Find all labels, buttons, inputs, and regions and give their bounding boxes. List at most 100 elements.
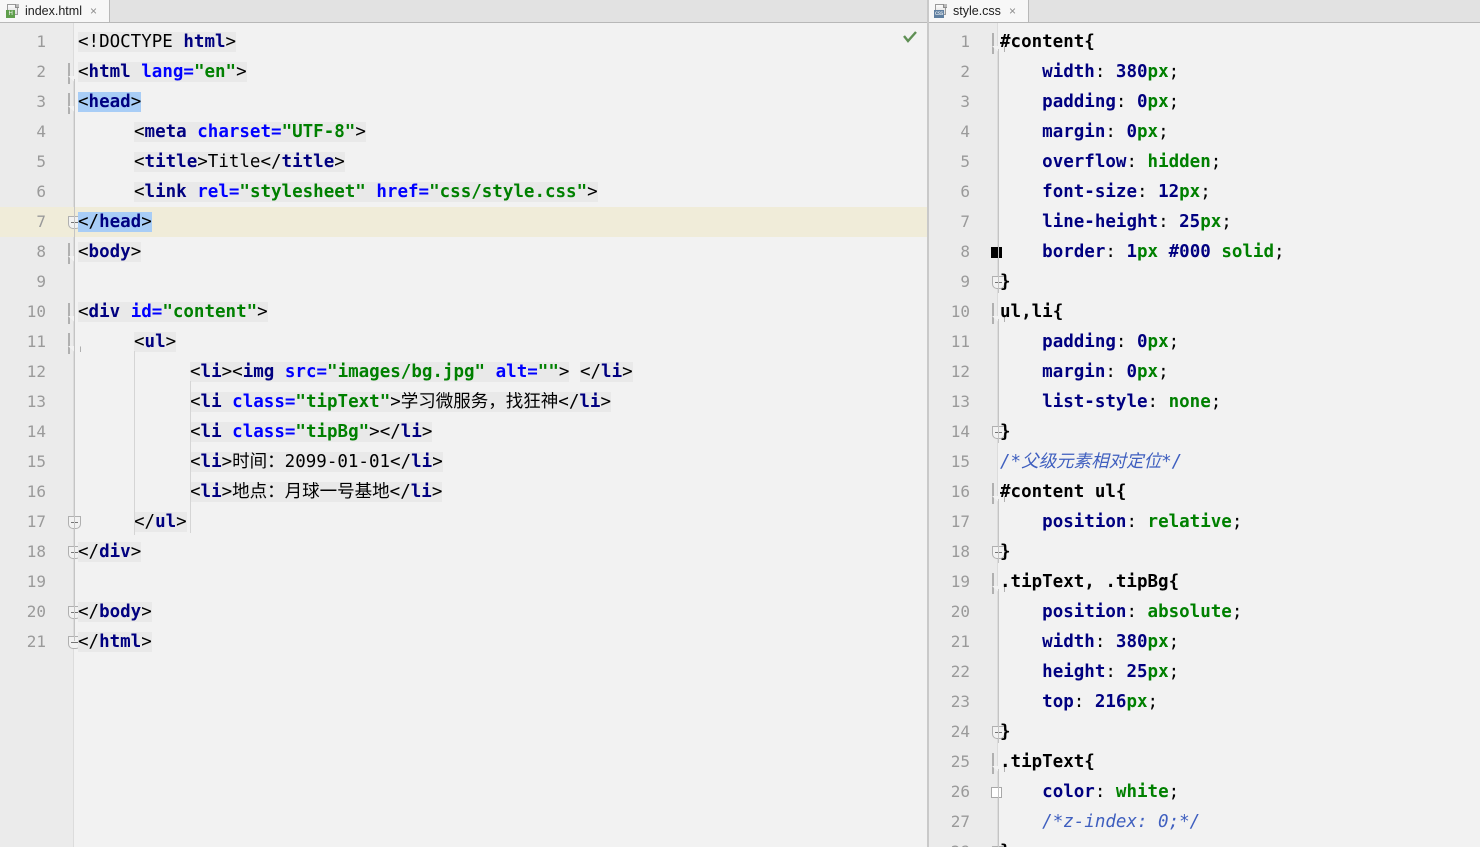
css-file-icon: css — [934, 4, 948, 18]
editor-pane-css: css style.css × 1 2 3 4 5 6 7 8 9 10 11 12 13 14 15 16 1… — [928, 0, 1480, 847]
line-number: 3 — [960, 92, 970, 111]
line-number: 4 — [36, 122, 46, 141]
code-line-text: <meta charset="UTF-8"> — [134, 122, 366, 142]
close-icon[interactable]: × — [1006, 5, 1016, 17]
code-line-text: height: 25px; — [1042, 662, 1180, 682]
code-line-text: <link rel="stylesheet" href="css/style.c… — [134, 182, 598, 202]
code-line-text: font-size: 12px; — [1042, 182, 1211, 202]
line-number: 24 — [950, 722, 970, 741]
code-line-row[interactable]: 16 — [0, 477, 928, 507]
code-line-row[interactable]: 19 — [0, 567, 928, 597]
code-editor-css[interactable]: 1 2 3 4 5 6 7 8 9 10 11 12 13 14 15 16 17 18 19 20 21 22 23 24 2… — [928, 23, 1480, 847]
line-number: 6 — [36, 182, 46, 201]
code-line-text: } — [1000, 542, 1011, 562]
code-line-text: margin: 0px; — [1042, 122, 1169, 142]
code-line-text: <!DOCTYPE html> — [78, 32, 237, 52]
code-line-text: overflow: hidden; — [1042, 152, 1222, 172]
line-number: 18 — [26, 542, 46, 561]
line-number: 8 — [36, 242, 46, 261]
line-number: 25 — [950, 752, 970, 771]
line-number: 5 — [960, 152, 970, 171]
line-number: 11 — [26, 332, 46, 351]
line-number: 1 — [36, 32, 46, 51]
code-line-text: #content ul{ — [1000, 482, 1127, 502]
line-number: 21 — [26, 632, 46, 651]
code-line-text: </div> — [78, 542, 142, 562]
tabbar-right: css style.css × — [928, 0, 1480, 23]
code-line-text: .tipText, .tipBg{ — [1000, 572, 1180, 592]
line-number: 12 — [26, 362, 46, 381]
tabbar-left: H index.html × — [0, 0, 928, 23]
code-line-text: .tipText{ — [1000, 752, 1095, 772]
line-number: 15 — [26, 452, 46, 471]
code-line-row[interactable]: 15 — [0, 447, 928, 477]
code-line-text: ul,li{ — [1000, 302, 1064, 322]
html-file-icon: H — [6, 4, 20, 18]
code-line-text: top: 216px; — [1042, 692, 1159, 712]
line-number: 17 — [26, 512, 46, 531]
line-number: 7 — [960, 212, 970, 231]
code-line-text: } — [1000, 837, 1011, 847]
code-line-text: </html> — [78, 632, 152, 652]
code-line-row[interactable]: 9 — [928, 267, 1480, 297]
line-number: 10 — [950, 302, 970, 321]
line-number: 13 — [26, 392, 46, 411]
line-number: 28 — [928, 837, 970, 847]
code-line-text: <head> — [78, 92, 142, 112]
code-line-text: <li class="tipBg"></li> — [190, 422, 433, 442]
editor-pane-html: H index.html × 1 2 3 4 5 6 7 8 9 10 11 12 13 14 15 16 17… — [0, 0, 928, 847]
line-number: 26 — [950, 782, 970, 801]
line-number: 16 — [26, 482, 46, 501]
pane-splitter[interactable] — [927, 0, 929, 847]
line-number: 1 — [960, 32, 970, 51]
code-line-text: /*z-index: 0;*/ — [1042, 812, 1201, 832]
line-number: 19 — [950, 572, 970, 591]
code-line-text: position: absolute; — [1042, 602, 1243, 622]
line-number: 16 — [950, 482, 970, 501]
code-line-text: <div id="content"> — [78, 302, 268, 322]
code-line-row[interactable]: 18 — [928, 537, 1480, 567]
tab-style-css[interactable]: css style.css × — [928, 0, 1029, 22]
code-line-row[interactable]: 24 — [928, 717, 1480, 747]
code-line-row[interactable]: 28 — [928, 837, 1480, 847]
code-line-text: margin: 0px; — [1042, 362, 1169, 382]
code-line-text: } — [1000, 272, 1011, 292]
html-file-icon-badge: H — [6, 10, 15, 18]
line-number: 2 — [36, 62, 46, 81]
code-line-text: line-height: 25px; — [1042, 212, 1232, 232]
line-number: 17 — [950, 512, 970, 531]
line-number: 20 — [950, 602, 970, 621]
code-line-row[interactable]: 9 — [0, 267, 928, 297]
code-line-text: position: relative; — [1042, 512, 1243, 532]
tab-index-html[interactable]: H index.html × — [0, 0, 110, 22]
code-line-text: <li>地点：月球一号基地</li> — [190, 482, 443, 502]
line-number: 27 — [950, 812, 970, 831]
css-file-icon-badge: css — [934, 10, 945, 18]
line-number: 18 — [950, 542, 970, 561]
line-number: 6 — [960, 182, 970, 201]
code-line-text: #content{ — [1000, 32, 1095, 52]
line-number: 3 — [36, 92, 46, 111]
code-line-text: color: white; — [1042, 782, 1180, 802]
code-line-text: </body> — [78, 602, 152, 622]
code-line-text: <li>时间：2099-01-01</li> — [190, 452, 443, 472]
line-number: 7 — [36, 212, 46, 231]
code-line-row[interactable]: 14 — [0, 417, 928, 447]
code-line-text: padding: 0px; — [1042, 92, 1180, 112]
code-line-text: } — [1000, 422, 1011, 442]
line-number: 15 — [950, 452, 970, 471]
code-line-text: padding: 0px; — [1042, 332, 1180, 352]
code-editor-html[interactable]: 1 2 3 4 5 6 7 8 9 10 11 12 13 14 15 16 17 18 19 20 21 <!DOCTY… — [0, 23, 928, 847]
code-line-row[interactable]: 14 — [928, 417, 1480, 447]
tab-label-index-html: index.html — [25, 4, 82, 18]
code-line-text: <li class="tipText">学习微服务，找狂神</li> — [190, 392, 611, 412]
code-line-text: width: 380px; — [1042, 62, 1180, 82]
line-number: 12 — [950, 362, 970, 381]
close-icon[interactable]: × — [87, 5, 97, 17]
line-number: 23 — [950, 692, 970, 711]
ide-window: H index.html × 1 2 3 4 5 6 7 8 9 10 11 12 13 14 15 16 17… — [0, 0, 1480, 847]
line-number: 2 — [960, 62, 970, 81]
code-line-text: <html lang="en"> — [78, 62, 247, 82]
line-number: 10 — [26, 302, 46, 321]
line-number: 22 — [950, 662, 970, 681]
